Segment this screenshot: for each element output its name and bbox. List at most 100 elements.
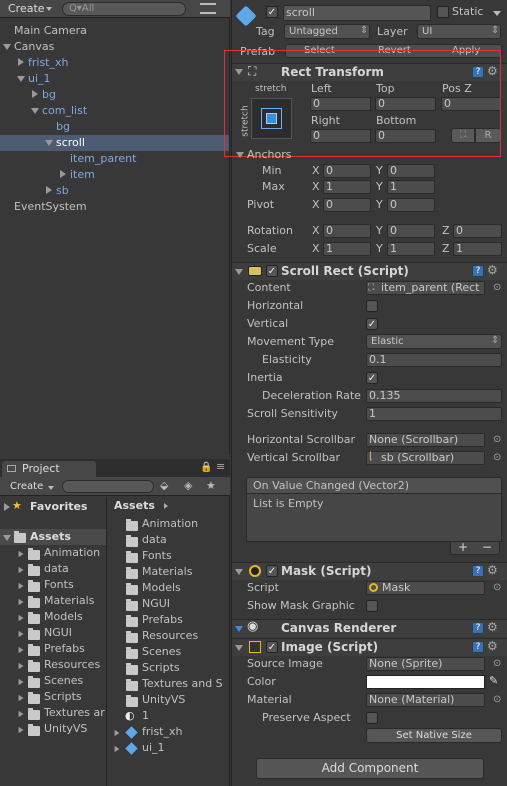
anchors-label[interactable]: Anchors xyxy=(247,148,292,162)
expand-icon[interactable] xyxy=(235,569,243,575)
asset-item[interactable]: Prefabs xyxy=(142,613,183,627)
hierarchy-menu-icon[interactable] xyxy=(200,3,216,14)
anchor-max-x-field[interactable]: 1 xyxy=(323,180,371,194)
layer-dropdown[interactable]: UI xyxy=(417,24,501,39)
hierarchy-item-sb[interactable]: sb xyxy=(56,184,69,198)
asset-item[interactable]: UnityVS xyxy=(142,693,185,707)
pivot-x-field[interactable]: 0 xyxy=(323,198,371,212)
collapse-icon[interactable] xyxy=(46,186,52,194)
asset-item[interactable]: Materials xyxy=(142,565,192,579)
collapse-icon[interactable] xyxy=(18,58,24,66)
collapse-icon[interactable] xyxy=(114,745,120,753)
gear-icon[interactable]: ⚙ xyxy=(487,640,498,652)
project-tree-item[interactable]: Prefabs xyxy=(44,642,85,656)
gear-icon[interactable]: ⚙ xyxy=(487,264,498,276)
collapse-icon[interactable] xyxy=(114,729,120,737)
project-search-input[interactable] xyxy=(62,480,154,493)
project-create-button[interactable]: Create xyxy=(10,480,43,494)
material-field[interactable]: None (Material) xyxy=(366,693,485,707)
vertical-checkbox[interactable]: ✓ xyxy=(366,318,378,330)
expand-icon[interactable] xyxy=(236,152,244,158)
scale-z-field[interactable]: 1 xyxy=(453,242,502,256)
object-picker-icon[interactable]: ⊙ xyxy=(493,282,501,294)
vertical-scrollbar-field[interactable]: sb (Scrollbar) xyxy=(366,451,485,465)
collapse-icon[interactable] xyxy=(18,710,24,718)
show-mask-graphic-checkbox[interactable] xyxy=(366,600,378,612)
project-tree-item[interactable]: data xyxy=(44,562,69,576)
expand-icon[interactable] xyxy=(235,626,243,632)
asset-item[interactable]: Textures and S xyxy=(142,677,223,691)
hierarchy-item-bg-2[interactable]: bg xyxy=(56,120,70,134)
object-picker-icon[interactable]: ⊙ xyxy=(493,434,501,446)
project-tree-item[interactable]: Resources xyxy=(44,658,100,672)
expand-icon[interactable] xyxy=(17,76,25,82)
collapse-icon[interactable] xyxy=(18,694,24,702)
project-assets-root[interactable]: Assets xyxy=(30,530,71,544)
hierarchy-item-canvas[interactable]: Canvas xyxy=(14,40,54,54)
tab-project[interactable]: Project xyxy=(2,461,96,477)
add-component-button[interactable]: Add Component xyxy=(256,758,484,779)
project-tree-item[interactable]: Scenes xyxy=(44,674,83,688)
hierarchy-item-bg[interactable]: bg xyxy=(42,88,56,102)
asset-item[interactable]: data xyxy=(142,533,167,547)
inertia-checkbox[interactable]: ✓ xyxy=(366,372,378,384)
static-checkbox[interactable] xyxy=(437,6,449,18)
asset-item[interactable]: ui_1 xyxy=(142,741,165,755)
collapse-icon[interactable] xyxy=(18,630,24,638)
asset-item[interactable]: frist_xh xyxy=(142,725,182,739)
remove-event-button[interactable]: − xyxy=(482,540,492,554)
object-picker-icon[interactable]: ⊙ xyxy=(493,694,501,706)
asset-item[interactable]: Resources xyxy=(142,629,198,643)
movement-type-dropdown[interactable]: Elastic xyxy=(366,334,502,349)
gear-icon[interactable]: ⚙ xyxy=(487,564,498,576)
hierarchy-search-input[interactable]: Q▾All xyxy=(62,2,186,16)
hierarchy-item-event-system[interactable]: EventSystem xyxy=(14,200,87,214)
object-picker-icon[interactable]: ⊙ xyxy=(493,582,501,594)
search-by-label-icon[interactable]: ◈ xyxy=(184,479,192,493)
expand-icon[interactable] xyxy=(235,269,243,275)
object-picker-icon[interactable]: ⊙ xyxy=(493,658,501,670)
project-favorites[interactable]: Favorites xyxy=(30,500,87,514)
collapse-icon[interactable] xyxy=(18,550,24,558)
panel-menu-icon[interactable]: ≡ xyxy=(216,460,225,474)
pivot-y-field[interactable]: 0 xyxy=(387,198,435,212)
help-icon[interactable]: ? xyxy=(472,265,484,277)
anchor-max-y-field[interactable]: 1 xyxy=(387,180,435,194)
eyedropper-icon[interactable]: ✎ xyxy=(489,674,498,688)
hierarchy-item-frist-xh[interactable]: frist_xh xyxy=(28,56,68,70)
hierarchy-item-scroll[interactable]: scroll xyxy=(56,136,85,150)
expand-icon[interactable] xyxy=(3,535,11,541)
help-icon[interactable]: ? xyxy=(472,641,484,653)
asset-item[interactable]: Scenes xyxy=(142,645,181,659)
image-enabled-checkbox[interactable]: ✓ xyxy=(266,641,278,653)
color-swatch[interactable] xyxy=(366,675,485,689)
expand-icon[interactable] xyxy=(235,645,243,651)
expand-icon[interactable] xyxy=(45,140,53,146)
collapse-icon[interactable] xyxy=(4,503,10,511)
collapse-icon[interactable] xyxy=(32,90,38,98)
project-tree-item[interactable]: Fonts xyxy=(44,578,74,592)
object-picker-icon[interactable]: ⊙ xyxy=(493,452,501,464)
assets-breadcrumb[interactable]: Assets xyxy=(114,499,155,513)
collapse-icon[interactable] xyxy=(18,726,24,734)
add-event-button[interactable]: + xyxy=(458,540,468,554)
set-native-size-button[interactable]: Set Native Size xyxy=(366,728,502,743)
tag-dropdown[interactable]: Untagged xyxy=(284,24,370,39)
anchor-min-y-field[interactable]: 0 xyxy=(387,164,435,178)
source-image-field[interactable]: None (Sprite) xyxy=(366,657,485,671)
mask-script-field[interactable]: Mask xyxy=(366,581,485,595)
active-checkbox[interactable]: ✓ xyxy=(266,6,278,18)
collapse-icon[interactable] xyxy=(18,646,24,654)
deceleration-rate-field[interactable]: 0.135 xyxy=(366,389,502,403)
collapse-icon[interactable] xyxy=(18,614,24,622)
asset-item[interactable]: Scripts xyxy=(142,661,180,675)
asset-item[interactable]: Animation xyxy=(142,517,198,531)
hierarchy-item-main-camera[interactable]: Main Camera xyxy=(14,24,87,38)
anchor-min-x-field[interactable]: 0 xyxy=(323,164,371,178)
elasticity-field[interactable]: 0.1 xyxy=(366,353,502,367)
scroll-rect-enabled-checkbox[interactable]: ✓ xyxy=(266,265,278,277)
project-tree-item[interactable]: Materials xyxy=(44,594,94,608)
collapse-icon[interactable] xyxy=(60,170,66,178)
project-tree-item[interactable]: Scripts xyxy=(44,690,82,704)
hierarchy-create-button[interactable]: Create xyxy=(8,2,45,16)
